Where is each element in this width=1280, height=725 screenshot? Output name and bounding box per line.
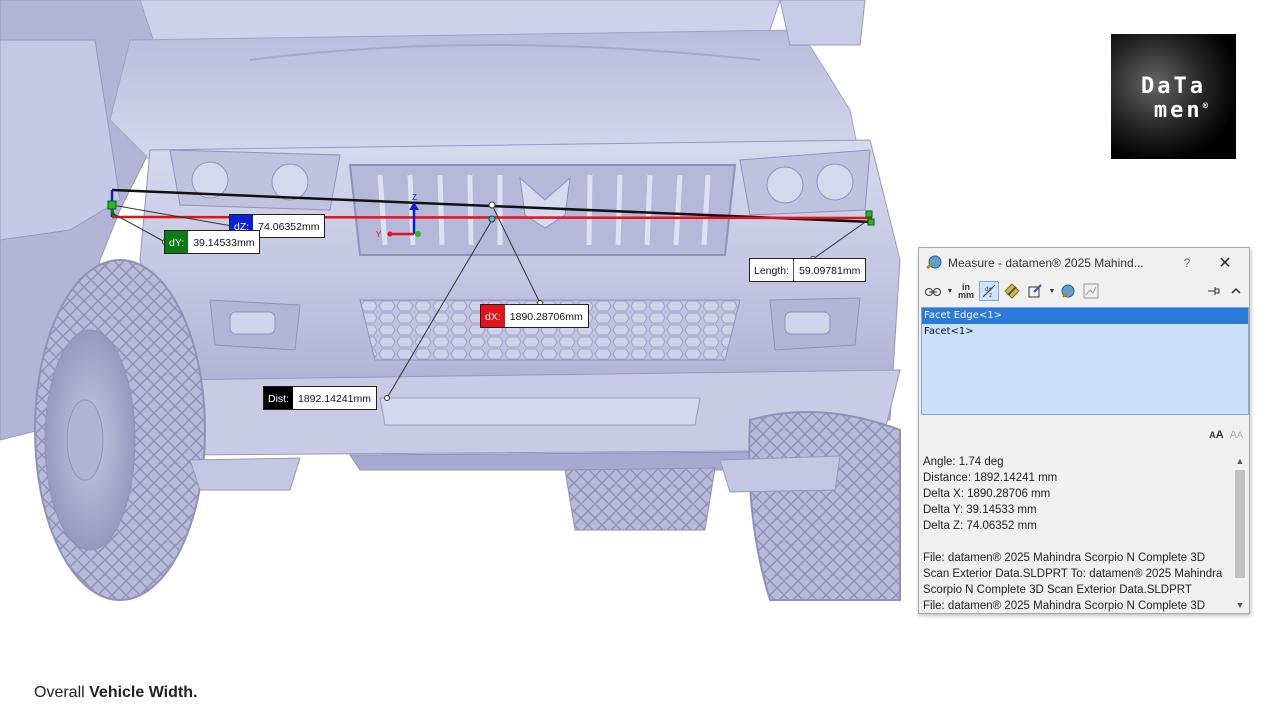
length-callout[interactable]: Length: 59.09781mm [749,258,867,282]
arc-options-chevron-down-icon[interactable]: ▼ [946,281,954,301]
dx-value: 1890.28706mm [509,311,583,323]
dx-label: dX: [481,305,505,327]
datamen-logo: DaTa men® [1111,34,1236,159]
dy-label: dY: [165,231,189,253]
measure-tool-icon [926,255,942,270]
arc-circle-measure-icon[interactable] [923,281,943,301]
result-distance: Distance: 1892.14241 mm [923,472,1058,484]
length-value: 59.09781mm [799,265,861,277]
font-smaller-icon[interactable]: AA [1230,429,1243,441]
projection-chevron-down-icon[interactable]: ▼ [1048,281,1056,301]
triad-z-label: Z [412,193,417,202]
measure-results: Angle: 1.74 deg Distance: 1892.14241 mm … [921,454,1237,612]
font-bigger-icon[interactable]: AA [1209,429,1223,441]
result-delta-y: Delta Y: 39.14533 mm [923,504,1037,516]
result-file-line: Scorpio N Complete 3D Scan Exterior Data… [923,584,1192,596]
point-to-point-icon[interactable] [1002,281,1022,301]
triad-y-label: Y [376,230,382,239]
measure-titlebar[interactable]: Measure - datamen® 2025 Mahind... ? ✕ [919,248,1249,278]
selection-item[interactable]: Facet Edge<1> [922,308,1248,324]
collapse-chevron-up-icon[interactable] [1226,281,1246,301]
length-label: Length: [750,259,795,281]
measure-toolbar: ▼ in mm dx z ▼ [919,278,1249,304]
logo-line1: DaTa [1141,74,1206,99]
measure-history-icon[interactable] [1058,281,1078,301]
close-button[interactable]: ✕ [1215,253,1235,273]
dy-callout[interactable]: dY: 39.14533mm [164,230,261,254]
measure-title: Measure - datamen® 2025 Mahind... [948,256,1144,270]
result-file-line: Scan Exterior Data.SLDPRT To: datamen® 2… [923,568,1223,580]
caption-normal: Overall [34,684,90,701]
sensor-icon[interactable] [1081,281,1101,301]
result-delta-x: Delta X: 1890.28706 mm [923,488,1051,500]
units-precision-button[interactable]: in mm [956,281,976,301]
caption-bold: Vehicle Width. [89,684,198,701]
xyz-dimensions-icon[interactable]: dx z [979,281,999,301]
result-delta-z: Delta Z: 74.06352 mm [923,520,1037,532]
svg-text:z: z [989,293,992,299]
result-file-line: File: datamen® 2025 Mahindra Scorpio N C… [923,552,1206,564]
result-file-line: File: datamen® 2025 Mahindra Scorpio N C… [923,600,1206,612]
dz-value: 74.06352mm [258,221,320,233]
scroll-thumb[interactable] [1235,470,1245,578]
dy-value: 39.14533mm [193,237,255,249]
dx-callout[interactable]: dX: 1890.28706mm [480,304,589,328]
distance-value: 1892.14241mm [298,393,371,405]
selection-list[interactable]: Facet Edge<1> Facet<1> [921,307,1249,415]
logo-line2: men® [1153,98,1212,123]
distance-callout[interactable]: Dist: 1892.14241mm [263,386,377,410]
pin-icon[interactable] [1203,281,1223,301]
result-spacer [923,534,1237,550]
selection-item[interactable]: Facet<1> [922,324,1248,340]
font-size-buttons: AA AA [1209,429,1243,441]
slide-caption: Overall Vehicle Width. [34,684,197,702]
results-scrollbar[interactable]: ▲ ▼ [1233,454,1247,612]
result-angle: Angle: 1.74 deg [923,456,1004,468]
scroll-down-icon[interactable]: ▼ [1233,598,1247,612]
help-button[interactable]: ? [1177,256,1197,270]
distance-label: Dist: [264,387,293,409]
measure-panel[interactable]: Measure - datamen® 2025 Mahind... ? ✕ ▼ … [918,247,1250,614]
scroll-up-icon[interactable]: ▲ [1233,454,1247,468]
projection-icon[interactable] [1025,281,1045,301]
